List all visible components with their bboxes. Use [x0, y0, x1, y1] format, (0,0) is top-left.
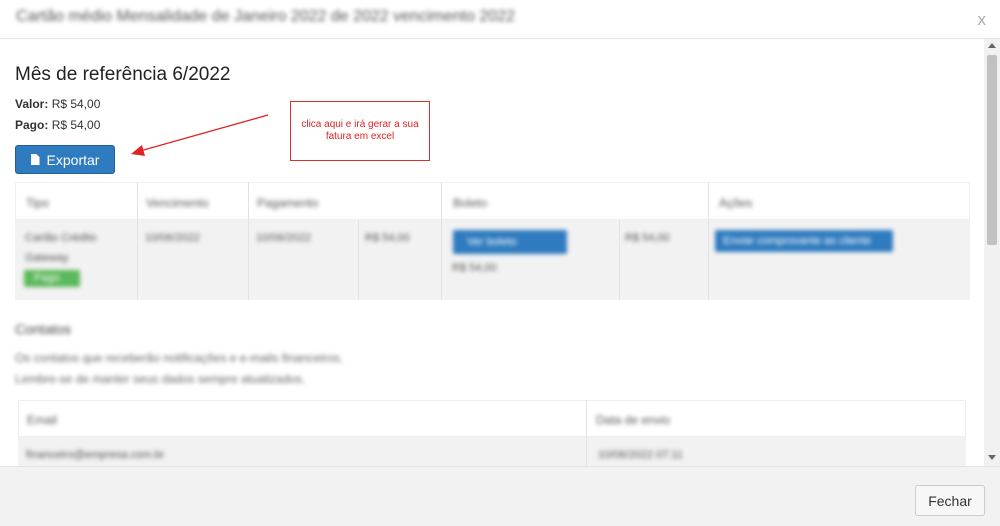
payments-table-header: Tipo Vencimento Pagamento Boleto Ações — [15, 182, 970, 220]
file-icon — [30, 154, 40, 165]
column-divider — [708, 182, 709, 300]
header-acoes: Ações — [719, 196, 753, 210]
contacts-table-header: Email Data de envio — [18, 400, 966, 437]
header-data-envio: Data de envio — [596, 413, 671, 427]
header-boleto: Boleto — [453, 196, 488, 210]
valor-value: R$ 54,00 — [51, 97, 101, 111]
row-pagamento: 10/06/2022 — [256, 232, 312, 244]
column-divider — [137, 182, 138, 300]
header-vencimento: Vencimento — [146, 196, 209, 210]
reference-month-title: Mês de referência 6/2022 — [15, 64, 231, 85]
valor-label: Valor: — [15, 97, 49, 111]
modal-footer: Fechar — [0, 466, 1000, 526]
row-tipo-2: Gateway — [25, 252, 69, 264]
export-button-label: Exportar — [46, 151, 100, 168]
header-tipo: Tipo — [26, 196, 49, 210]
column-divider — [358, 220, 359, 300]
column-divider — [586, 400, 587, 466]
table-row: financeiro@empresa.com.br 10/06/2022 07:… — [18, 437, 966, 466]
view-boleto-button[interactable]: Ver boleto — [453, 230, 567, 254]
row-vencimento: 10/06/2022 — [145, 232, 201, 244]
pago-value: R$ 54,00 — [51, 118, 101, 132]
contacts-description-2: Lembre-se de manter seus dados sempre at… — [15, 372, 306, 386]
table-row: Cartão Crédito Gateway Pago 10/06/2022 1… — [15, 220, 970, 300]
header-email: Email — [27, 413, 58, 427]
row-valor: R$ 54,00 — [365, 232, 410, 244]
row-boleto-value: R$ 54,00 — [452, 262, 497, 274]
annotation-text: clica aqui e irá gerar a sua fatura em e… — [301, 119, 419, 142]
modal-title: Cartão médio Mensalidade de Janeiro 2022… — [16, 8, 516, 25]
annotation-callout: clica aqui e irá gerar a sua fatura em e… — [290, 101, 430, 161]
contacts-table: Email Data de envio financeiro@empresa.c… — [18, 400, 966, 466]
status-badge: Pago — [24, 270, 80, 287]
send-receipt-button[interactable]: Enviar comprovante ao cliente — [715, 230, 893, 252]
export-button[interactable]: Exportar — [15, 145, 115, 174]
header-pagamento: Pagamento — [257, 196, 319, 210]
close-button[interactable]: Fechar — [915, 485, 985, 516]
scroll-down-icon[interactable] — [988, 455, 996, 460]
pago-line: Pago: R$ 54,00 — [15, 118, 100, 132]
scroll-up-icon[interactable] — [988, 43, 996, 48]
row-valor-2: R$ 54,00 — [625, 232, 670, 244]
column-divider — [441, 182, 442, 300]
close-icon[interactable]: x — [978, 10, 987, 30]
invoice-modal: Cartão médio Mensalidade de Janeiro 2022… — [0, 0, 1000, 526]
contacts-title: Contatos — [15, 321, 72, 337]
valor-line: Valor: R$ 54,00 — [15, 97, 100, 111]
row-tipo: Cartão Crédito — [25, 232, 97, 244]
row-date: 10/06/2022 07:11 — [598, 449, 683, 461]
column-divider — [248, 182, 249, 300]
modal-body: Mês de referência 6/2022 Valor: R$ 54,00… — [0, 39, 1000, 466]
vertical-scrollbar[interactable] — [984, 39, 1000, 466]
row-email: financeiro@empresa.com.br — [26, 449, 165, 461]
contacts-description-1: Os contatos que receberão notificações e… — [15, 351, 344, 365]
scrollbar-thumb[interactable] — [987, 55, 997, 245]
payments-table: Tipo Vencimento Pagamento Boleto Ações C… — [15, 182, 970, 300]
modal-header: Cartão médio Mensalidade de Janeiro 2022… — [0, 0, 1000, 39]
column-divider — [619, 220, 620, 300]
pago-label: Pago: — [15, 118, 49, 132]
